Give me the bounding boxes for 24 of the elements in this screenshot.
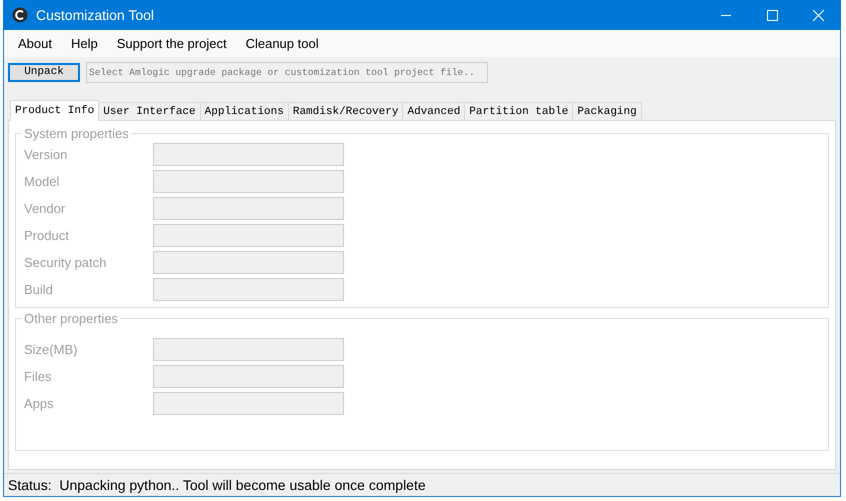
field-label: Security patch <box>24 255 108 270</box>
field-label: Model <box>24 174 60 189</box>
field-label: Build <box>24 282 54 297</box>
field-label: Version <box>24 147 68 162</box>
group-title: Other properties <box>23 311 119 326</box>
menu-item[interactable]: Cleanup tool <box>238 36 327 51</box>
maximize-icon <box>766 10 778 20</box>
menu-item[interactable]: Support the project <box>108 36 235 51</box>
tab[interactable]: Packaging <box>572 102 642 120</box>
status-bar: Status: Unpacking python.. Tool will become usable once complete <box>4 473 840 496</box>
field-label: Vendor <box>24 201 66 216</box>
close-icon <box>812 10 824 20</box>
field-label: Apps <box>24 396 55 411</box>
unpack-button[interactable]: Unpack <box>8 62 80 82</box>
field-label: Files <box>24 369 52 384</box>
window-title: Customization Tool <box>36 7 156 23</box>
app-logo-icon <box>12 7 28 23</box>
field-label: Product <box>24 228 70 243</box>
group-title: System properties <box>23 126 130 141</box>
field-label: Size(MB) <box>24 342 78 357</box>
menu-item[interactable]: Help <box>62 36 106 51</box>
file-path-field[interactable]: Select Amlogic upgrade package or customization tool project file.. <box>86 62 488 82</box>
menu-item[interactable]: About <box>10 36 60 51</box>
tab[interactable]: Product Info <box>10 100 100 121</box>
